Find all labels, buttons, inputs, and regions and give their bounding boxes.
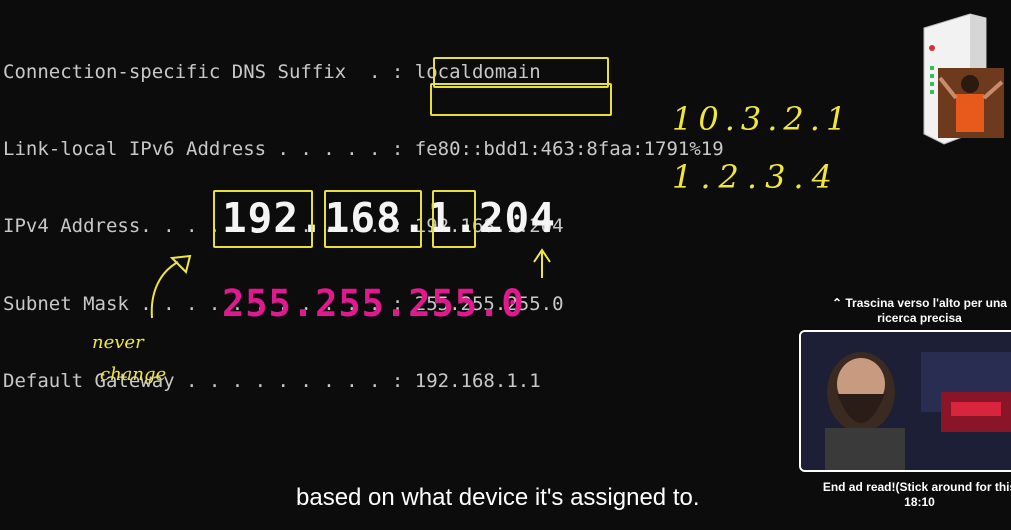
- octet-1-box: [213, 190, 313, 248]
- terminal-line-ipv6: Link-local IPv6 Address . . . . . : fe80…: [3, 137, 724, 160]
- terminal-line-dns-suffix: Connection-specific DNS Suffix . : local…: [3, 60, 541, 83]
- seek-chapter-label: End ad read!(Stick around for this 18:10: [812, 480, 1011, 510]
- ip-octet-4: 204: [478, 194, 556, 242]
- subtitle-caption: based on what device it's assigned to.: [296, 484, 700, 511]
- annotation-change: change: [100, 364, 167, 385]
- seek-preview-thumbnail[interactable]: [799, 330, 1011, 472]
- seek-hint-text: ⌃ Trascina verso l'alto per una ricerca …: [832, 296, 1007, 325]
- annotation-ip-example-1: 10.3.2.1: [672, 100, 853, 138]
- annotation-never: never: [92, 332, 144, 353]
- router-image: [923, 13, 1004, 145]
- preview-image: [801, 332, 1011, 470]
- subnet-mask-large: 255.255.255.0: [222, 282, 525, 325]
- chapter-title: End ad read!(Stick around for this: [822, 480, 1011, 494]
- octet-2-box: [324, 190, 422, 248]
- annotation-ip-example-2: 1.2.3.4: [672, 158, 840, 196]
- subnet-highlight-box: [430, 83, 612, 116]
- seek-timestamp: 18:10: [904, 495, 935, 509]
- octet-3-box: [432, 190, 476, 248]
